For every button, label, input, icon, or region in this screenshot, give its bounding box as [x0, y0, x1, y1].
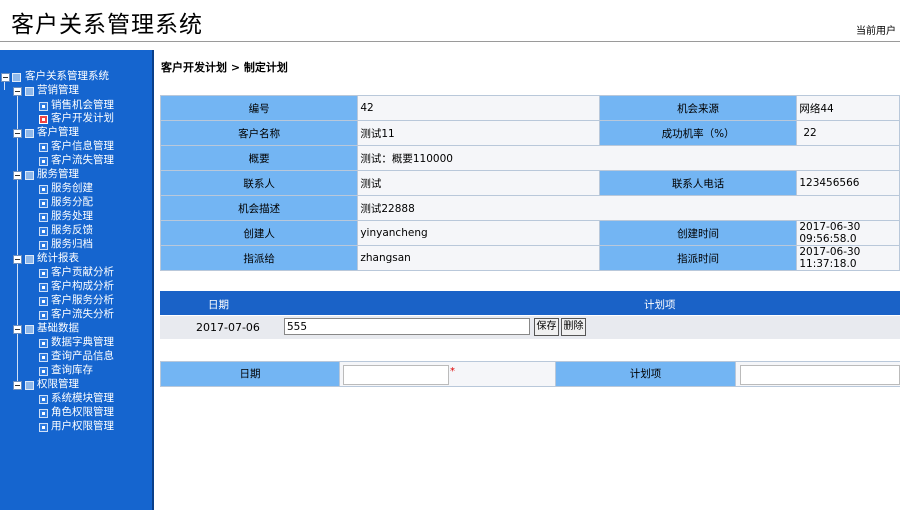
folder-icon	[25, 171, 34, 180]
page-icon	[39, 241, 48, 250]
contact-value: 测试	[358, 171, 599, 195]
table-row: 创建人 yinyancheng 创建时间 2017-06-30 09:56:58…	[161, 221, 899, 245]
table-row: 联系人 测试 联系人电话 123456566	[161, 171, 899, 195]
folder-icon	[12, 73, 21, 82]
new-date-label: 日期	[161, 362, 339, 386]
page-icon	[39, 213, 48, 222]
summary-label: 概要	[161, 146, 358, 170]
created-time-label: 创建时间	[599, 221, 797, 245]
new-date-cell: *	[340, 362, 555, 386]
page-icon	[39, 199, 48, 208]
page-icon	[39, 367, 48, 376]
id-value: 42	[358, 96, 599, 120]
save-button[interactable]: 保存	[534, 318, 559, 336]
collapse-icon[interactable]	[13, 381, 22, 390]
page-icon	[39, 269, 48, 278]
app-header: 客户关系管理系统 当前用户	[0, 0, 900, 42]
assigned-time-label: 指派时间	[599, 246, 797, 270]
description-value: 测试22888	[358, 196, 899, 220]
main-content: 客户开发计划 > 制定计划 编号 42 机会来源 网络44 客户名称 测试11 …	[155, 50, 900, 510]
assigned-time-value: 2017-06-30 11:37:18.0	[797, 246, 899, 270]
collapse-icon[interactable]	[1, 73, 10, 82]
table-row: 2017-07-06 保存 删除	[160, 316, 900, 339]
page-icon	[39, 297, 48, 306]
date-column-header: 日期	[208, 299, 229, 311]
new-date-input[interactable]	[343, 365, 449, 385]
table-row: 客户名称 测试11 成功机率（%） 22	[161, 121, 899, 145]
phone-value: 123456566	[797, 171, 899, 195]
collapse-icon[interactable]	[13, 325, 22, 334]
description-label: 机会描述	[161, 196, 358, 220]
source-label: 机会来源	[599, 96, 797, 120]
assignee-label: 指派给	[161, 246, 358, 270]
page-icon	[39, 339, 48, 348]
collapse-icon[interactable]	[13, 171, 22, 180]
rate-value: 22	[797, 121, 899, 145]
collapse-icon[interactable]	[13, 255, 22, 264]
new-item-label: 计划项	[556, 362, 735, 386]
contact-label: 联系人	[161, 171, 358, 195]
summary-value: 测试：概要110000	[358, 146, 899, 170]
id-label: 编号	[161, 96, 358, 120]
rate-label: 成功机率（%）	[599, 121, 797, 145]
breadcrumb: 客户开发计划 > 制定计划	[161, 61, 288, 74]
customer-value: 测试11	[358, 121, 599, 145]
required-mark: *	[450, 366, 455, 377]
page-icon	[39, 423, 48, 432]
plan-table-header: 日期 计划项	[160, 291, 900, 315]
page-icon	[39, 311, 48, 320]
page-icon	[39, 409, 48, 418]
folder-icon	[25, 87, 34, 96]
app-title: 客户关系管理系统	[11, 12, 203, 38]
page-icon	[39, 283, 48, 292]
plan-date: 2017-07-06	[196, 321, 260, 334]
folder-icon	[25, 255, 34, 264]
page-icon	[39, 115, 48, 124]
current-user-label: 当前用户	[856, 26, 896, 37]
item-column-header: 计划项	[644, 299, 676, 311]
customer-label: 客户名称	[161, 121, 358, 145]
sidebar-tree: 客户关系管理系统 营销管理 销售机会管理 客户开发计划 客户管理 客户信息管理 …	[0, 50, 154, 510]
table-row: 指派给 zhangsan 指派时间 2017-06-30 11:37:18.0	[161, 246, 899, 270]
collapse-icon[interactable]	[13, 129, 22, 138]
new-item-input[interactable]	[740, 365, 900, 385]
phone-label: 联系人电话	[599, 171, 797, 195]
created-time-value: 2017-06-30 09:56:58.0	[797, 221, 899, 245]
table-row: 概要 测试：概要110000	[161, 146, 899, 170]
source-value: 网络44	[797, 96, 899, 120]
page-icon	[39, 143, 48, 152]
assignee-value: zhangsan	[358, 246, 599, 270]
new-item-cell	[736, 362, 900, 386]
creator-value: yinyancheng	[358, 221, 599, 245]
page-icon	[39, 102, 48, 111]
plan-item-input[interactable]	[284, 318, 530, 335]
delete-button[interactable]: 删除	[561, 318, 586, 336]
table-row: 机会描述 测试22888	[161, 196, 899, 220]
page-icon	[39, 395, 48, 404]
folder-icon	[25, 325, 34, 334]
creator-label: 创建人	[161, 221, 358, 245]
collapse-icon[interactable]	[13, 87, 22, 96]
folder-icon	[25, 129, 34, 138]
table-row: 编号 42 机会来源 网络44	[161, 96, 899, 120]
plan-detail-table: 编号 42 机会来源 网络44 客户名称 测试11 成功机率（%） 22 概要 …	[160, 95, 900, 271]
page-icon	[39, 157, 48, 166]
page-icon	[39, 353, 48, 362]
folder-icon	[25, 381, 34, 390]
page-icon	[39, 185, 48, 194]
new-plan-row: 日期 * 计划项	[160, 361, 900, 387]
page-icon	[39, 227, 48, 236]
